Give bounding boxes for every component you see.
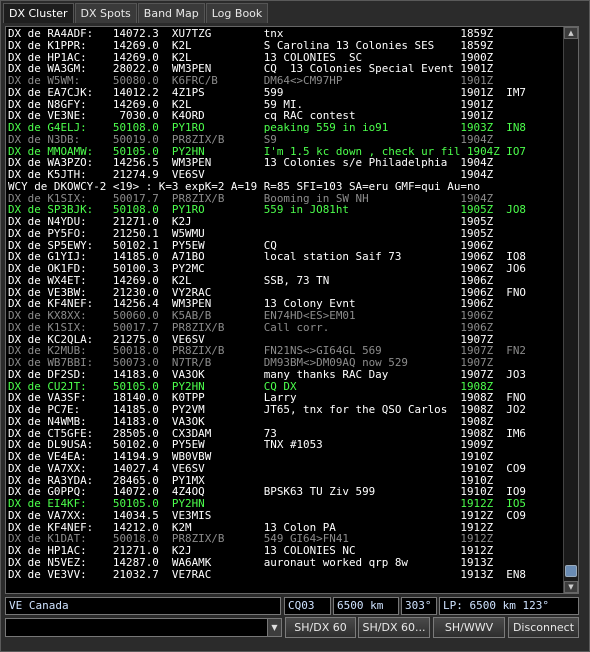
cluster-line[interactable]: DX de CU2JT: 50105.0 PY2HN CQ DX 1908Z — [8, 381, 562, 393]
status-bearing: 303° — [401, 597, 437, 615]
cluster-line[interactable]: DX de WA3GM: 28022.0 WM3PEN CQ 13 Coloni… — [8, 63, 562, 75]
cluster-line[interactable]: DX de G0PPQ: 14072.0 4Z4OQ BPSK63 TU Ziv… — [8, 486, 562, 498]
cluster-line[interactable]: DX de WX4ET: 14269.0 K2L SSB, 73 TN 1906… — [8, 275, 562, 287]
status-zone: CQ03 — [284, 597, 331, 615]
cluster-line[interactable]: DX de VE4EA: 14194.9 WB0VBW 1910Z — [8, 451, 562, 463]
disconnect-button[interactable]: Disconnect — [508, 617, 579, 638]
status-long-path: LP: 6500 km 123° — [439, 597, 579, 615]
cluster-line[interactable]: DX de N4YDU: 21271.0 K2J 1905Z — [8, 216, 562, 228]
cluster-line[interactable]: DX de EA7CJK: 14012.2 4Z1PS 599 1901Z IM… — [8, 87, 562, 99]
cluster-line[interactable]: DX de N4WMB: 14183.0 VA3OK 1908Z — [8, 416, 562, 428]
cluster-line[interactable]: DX de PC7E: 14185.0 PY2VM JT65, tnx for … — [8, 404, 562, 416]
cluster-line[interactable]: DX de DL9USA: 50102.0 PY5EW TNX #1053 19… — [8, 439, 562, 451]
cluster-line[interactable]: DX de N5VEZ: 14287.0 WA6AMK auronaut wor… — [8, 557, 562, 569]
cluster-line[interactable]: DX de G4ELJ: 50108.0 PY1RO peaking 559 i… — [8, 122, 562, 134]
status-country: VE Canada — [5, 597, 281, 615]
tab-band-map[interactable]: Band Map — [137, 3, 205, 23]
cluster-line[interactable]: DX de K1DAT: 50018.0 PR8ZIX/B 549 GI64>F… — [8, 533, 562, 545]
cluster-line[interactable]: DX de K1SIX: 50017.7 PR8ZIX/B Booming in… — [8, 193, 562, 205]
cluster-line[interactable]: DX de WA3PZO: 14256.5 WM3PEN 13 Colonies… — [8, 157, 562, 169]
cluster-line[interactable]: DX de EI4KF: 50105.0 PY2HN 1912Z IO5 — [8, 498, 562, 510]
cluster-line[interactable]: DX de HP1AC: 21271.0 K2J 13 COLONIES NC … — [8, 545, 562, 557]
cluster-line[interactable]: DX de VE3NE: 7030.0 K4ORD cq RAC contest… — [8, 110, 562, 122]
cluster-line[interactable]: DX de WB7BBI: 50073.0 N7TR/B DM93BM<>DM0… — [8, 357, 562, 369]
cluster-line[interactable]: DX de OK1FD: 50100.3 PY2MC 1906Z JO6 — [8, 263, 562, 275]
cluster-line[interactable]: DX de KX8XX: 50060.0 K5AB/B EN74HD<ES>EM… — [8, 310, 562, 322]
vertical-scrollbar[interactable]: ▲ ▼ — [563, 27, 578, 593]
dx-cluster-window: DX Cluster DX Spots Band Map Log Book DX… — [0, 0, 590, 652]
cluster-line[interactable]: DX de N3DB: 50019.0 PR8ZIX/B S9 1904Z — [8, 134, 562, 146]
status-distance: 6500 km — [333, 597, 399, 615]
cluster-line[interactable]: DX de VA3SF: 18140.0 K0TPP Larry 1908Z F… — [8, 392, 562, 404]
cluster-line[interactable]: DX de KF4NEF: 14256.4 WM3PEN 13 Colony E… — [8, 298, 562, 310]
sh-wwv-button[interactable]: SH/WWV — [433, 617, 505, 638]
cluster-line[interactable]: DX de K1PPR: 14269.0 K2L S Carolina 13 C… — [8, 40, 562, 52]
command-history-dropdown-icon[interactable]: ▼ — [267, 618, 282, 637]
tab-log-book[interactable]: Log Book — [205, 3, 269, 23]
sh-dx-60-button[interactable]: SH/DX 60 — [285, 617, 356, 638]
sh-dx-60-more-button[interactable]: SH/DX 60... — [358, 617, 430, 638]
cluster-line[interactable]: DX de VA7XX: 14034.5 VE3MIS 1912Z CO9 — [8, 510, 562, 522]
cluster-line[interactable]: DX de PY5FO: 21250.1 W5WMU 1905Z — [8, 228, 562, 240]
cluster-line[interactable]: DX de N8GFY: 14269.0 K2L 59 MI. 1901Z — [8, 99, 562, 111]
cluster-line[interactable]: DX de RA4ADF: 14072.3 XU7TZG tnx 1859Z — [8, 28, 562, 40]
cluster-line[interactable]: DX de KF4NEF: 14212.0 K2M 13 Colon PA 19… — [8, 522, 562, 534]
cluster-line[interactable]: DX de SP3BJK: 50108.0 PY1RO 559 in JO81h… — [8, 204, 562, 216]
cluster-line[interactable]: DX de VE3VV: 21032.7 VE7RAC 1913Z EN8 — [8, 569, 562, 581]
cluster-line[interactable]: DX de K2MUB: 50018.0 PR8ZIX/B FN21NS<>GI… — [8, 345, 562, 357]
tab-dx-cluster[interactable]: DX Cluster — [3, 3, 74, 23]
cluster-line[interactable]: DX de K5JTH: 21274.9 VE6SV 1904Z — [8, 169, 562, 181]
tab-bar: DX Cluster DX Spots Band Map Log Book — [3, 3, 269, 23]
cluster-line[interactable]: DX de G1YIJ: 14185.0 A71BO local station… — [8, 251, 562, 263]
cluster-line[interactable]: WCY de DKOWCY-2 <19> : K=3 expK=2 A=19 R… — [8, 181, 562, 193]
scroll-up-arrow-icon[interactable]: ▲ — [564, 27, 578, 39]
cluster-line[interactable]: DX de RA3YDA: 28465.0 PY1MX 1910Z — [8, 475, 562, 487]
command-input[interactable] — [5, 618, 268, 637]
cluster-line[interactable]: DX de VA7XX: 14027.4 VE6SV 1910Z CO9 — [8, 463, 562, 475]
cluster-line[interactable]: DX de DF2SD: 14183.0 VA3OK many thanks R… — [8, 369, 562, 381]
cluster-line[interactable]: DX de SP5EWY: 50102.1 PY5EW CQ 1906Z — [8, 240, 562, 252]
cluster-lines: DX de RA4ADF: 14072.3 XU7TZG tnx 1859Z DX… — [8, 28, 562, 593]
cluster-line[interactable]: DX de VE3BW: 21230.0 VY2RAC 1906Z FNO — [8, 287, 562, 299]
tab-dx-spots[interactable]: DX Spots — [74, 3, 137, 23]
cluster-output[interactable]: DX de RA4ADF: 14072.3 XU7TZG tnx 1859Z DX… — [5, 26, 579, 594]
cluster-line[interactable]: DX de KC2QLA: 21275.0 VE6SV 1907Z — [8, 334, 562, 346]
cluster-line[interactable]: DX de CT5GFE: 28505.0 CX3DAM 73 1908Z IM… — [8, 428, 562, 440]
scroll-down-arrow-icon[interactable]: ▼ — [564, 581, 578, 593]
scroll-thumb[interactable] — [565, 565, 577, 577]
cluster-line[interactable]: DX de MMOAMW: 50105.0 PY2HN I'm 1.5 kc d… — [8, 146, 562, 158]
cluster-line[interactable]: DX de W5WM: 50080.0 K6FRC/B DM64<>CM97HP… — [8, 75, 562, 87]
cluster-line[interactable]: DX de K1SIX: 50017.7 PR8ZIX/B Call corr.… — [8, 322, 562, 334]
cluster-line[interactable]: DX de HP1AC: 14269.0 K2L 13 COLONIES SC … — [8, 52, 562, 64]
